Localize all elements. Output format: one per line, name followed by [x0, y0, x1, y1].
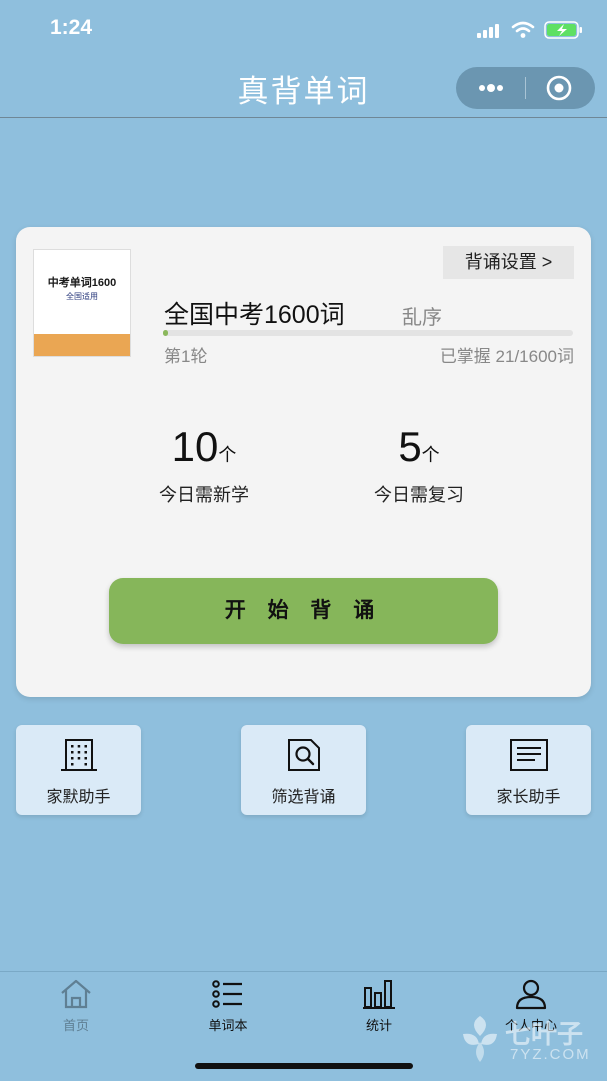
list-icon: [212, 980, 242, 1008]
review-words-unit: 个: [421, 445, 440, 465]
parent-helper-button[interactable]: 家长助手: [466, 725, 591, 815]
parent-helper-label: 家长助手: [496, 789, 561, 806]
study-card: 中考单词1600 全国适用 背诵设置 > 全国中考1600词 乱序 第1轮 已掌…: [16, 227, 591, 697]
dictation-helper-button[interactable]: 家默助手: [16, 725, 141, 815]
leaf-logo-icon: [463, 1016, 497, 1062]
document-lines-icon: [510, 739, 548, 771]
dictation-helper-label: 家默助手: [46, 789, 111, 806]
more-options-icon[interactable]: [468, 76, 514, 100]
review-words-count: 5: [398, 423, 422, 470]
wifi-icon: [511, 21, 535, 38]
status-time: 1:24: [50, 16, 93, 39]
close-target-icon[interactable]: [544, 75, 574, 101]
watermark-url: 7YZ.COM: [510, 1046, 591, 1063]
capsule-divider: [525, 77, 526, 99]
bar-chart-icon: [363, 980, 395, 1009]
tab-statistics-label: 统计: [365, 1018, 392, 1033]
home-indicator: [195, 1063, 413, 1069]
new-words-unit: 个: [218, 445, 237, 465]
start-recite-button[interactable]: 开 始 背 诵: [109, 578, 498, 644]
recite-settings-button[interactable]: 背诵设置 >: [443, 246, 574, 279]
new-words-stat: 10个 今日需新学: [114, 423, 294, 507]
battery-charging-icon: [544, 21, 582, 39]
order-mode: 乱序: [402, 307, 442, 329]
search-document-icon: [288, 739, 320, 771]
mini-program-capsule: [456, 67, 595, 109]
building-icon: [61, 739, 97, 771]
progress-bar: [163, 330, 573, 336]
book-name: 全国中考1600词: [164, 301, 345, 329]
tab-wordbook[interactable]: 单词本: [168, 978, 288, 1034]
user-icon: [515, 979, 547, 1010]
watermark-logo: 七叶子 7YZ.COM: [455, 1010, 605, 1070]
nav-divider: [0, 117, 607, 118]
progress-fill: [163, 330, 169, 336]
review-words-label: 今日需复习: [374, 485, 464, 505]
book-cover[interactable]: 中考单词1600 全国适用: [33, 249, 131, 357]
filter-recite-label: 筛选背诵: [271, 789, 336, 806]
review-words-stat: 5个 今日需复习: [329, 423, 509, 507]
tab-home[interactable]: 首页: [16, 978, 136, 1034]
home-icon: [61, 979, 91, 1009]
book-cover-band: [34, 334, 130, 356]
new-words-label: 今日需新学: [159, 485, 249, 505]
mastered-count: 已掌握 21/1600词: [439, 347, 574, 366]
new-words-count: 10: [171, 423, 219, 470]
round-label: 第1轮: [164, 347, 208, 366]
tab-statistics[interactable]: 统计: [319, 978, 439, 1034]
tab-home-label: 首页: [62, 1018, 89, 1033]
book-cover-subtitle: 全国适用: [66, 292, 98, 301]
tab-wordbook-label: 单词本: [208, 1018, 248, 1033]
book-cover-title: 中考单词1600: [47, 277, 117, 289]
filter-recite-button[interactable]: 筛选背诵: [241, 725, 366, 815]
cellular-signal-icon: [477, 24, 503, 38]
